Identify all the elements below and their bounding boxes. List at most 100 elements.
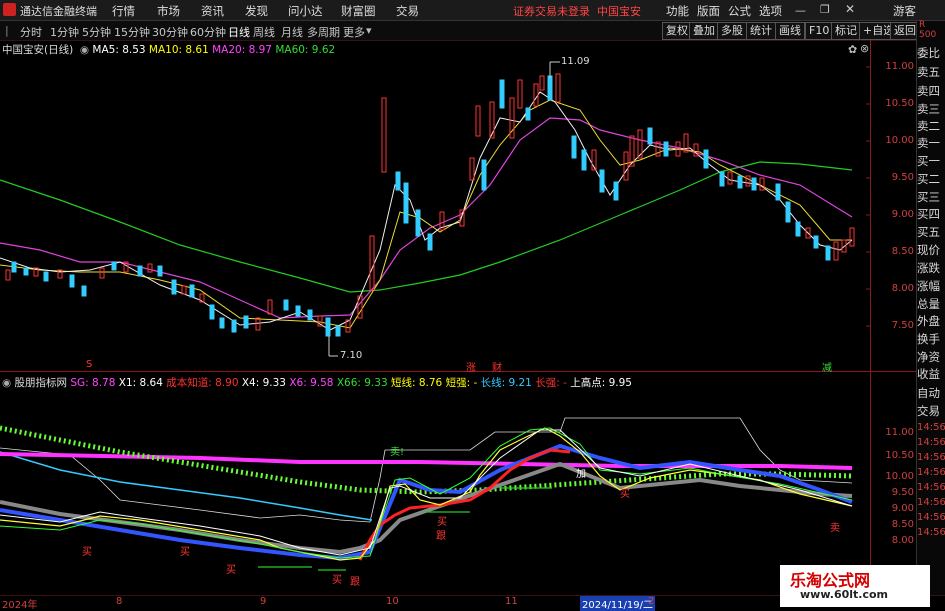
price-tick: 7.50 — [891, 320, 914, 331]
quote-field-outer[interactable]: 外盘 — [917, 313, 945, 329]
indicator-gray-ribbon — [0, 461, 853, 555]
chart-canvas[interactable] — [0, 0, 945, 609]
candlestick-series — [5, 61, 855, 357]
event-marker[interactable]: S — [86, 359, 92, 370]
quote-field-change[interactable]: 涨跌 — [917, 260, 945, 276]
quote-field-turnover[interactable]: 换手 — [917, 331, 945, 347]
settings-icon[interactable]: ◉ — [77, 44, 89, 56]
ma5-value: MA5: 8.53 — [92, 44, 146, 56]
time-label: 14:56 — [917, 422, 945, 433]
price-tick: 11.00 — [885, 61, 914, 72]
date-label: 11 — [505, 596, 518, 607]
indicator-value-x1: X1: 8.64 — [118, 377, 163, 389]
panel-top-r: R — [919, 20, 926, 30]
quote-field-volume[interactable]: 总量 — [917, 296, 945, 312]
indicator-value-cost: 成本知道: 8.90 — [166, 377, 239, 389]
event-marker-finance[interactable]: 财 — [492, 359, 502, 374]
indicator-value-long-strength: 长强: - — [535, 377, 567, 389]
signal-buy: 买 — [226, 565, 236, 576]
quote-field-net-asset[interactable]: 净资 — [917, 349, 945, 365]
collapse-icon[interactable]: ⊗ — [860, 42, 869, 55]
ma5-line — [0, 91, 853, 331]
quote-field-bid-ratio[interactable]: 委比 — [917, 45, 945, 61]
quote-field-bid1[interactable]: 买一 — [917, 153, 945, 169]
signal-follow: 跟 — [436, 531, 446, 542]
time-label: 14:56 — [917, 482, 945, 493]
quote-field-ask3[interactable]: 卖三 — [917, 101, 945, 117]
indicator-value-x4: X4: 9.33 — [241, 377, 286, 389]
date-label: 10 — [386, 596, 399, 607]
indicator-value-sg: SG: 8.78 — [70, 377, 116, 389]
indicator-name[interactable]: 股朋指标网 — [15, 377, 68, 389]
time-label: 14:56 — [917, 512, 945, 523]
quote-field-ask1[interactable]: 卖一 — [917, 135, 945, 151]
indicator-tick: 9.50 — [891, 487, 914, 498]
signal-sell: 卖! — [390, 447, 405, 458]
indicator-tick: 10.50 — [885, 450, 914, 461]
indicator-settings-icon[interactable]: ◉ — [2, 377, 11, 389]
quote-field-ask4[interactable]: 卖四 — [917, 83, 945, 99]
ma10-value: MA10: 8.61 — [148, 44, 209, 56]
indicator-value-short: 短线: 8.76 — [390, 377, 443, 389]
price-axis-ticks — [866, 66, 870, 327]
indicator-value-x6: X6: 9.58 — [289, 377, 334, 389]
quote-field-bid4[interactable]: 买四 — [917, 206, 945, 222]
date-label: 9 — [260, 596, 267, 607]
price-tick: 9.50 — [891, 172, 914, 183]
indicator-tick: 10.00 — [885, 471, 914, 482]
quote-field-earnings[interactable]: 收益 — [917, 366, 945, 382]
quote-field-bid2[interactable]: 买二 — [917, 171, 945, 187]
quote-field-change-pct[interactable]: 涨幅 — [917, 278, 945, 294]
quote-field-price[interactable]: 现价 — [917, 242, 945, 258]
signal-buy: 买 — [332, 575, 342, 586]
indicator-legend: ◉ 股朋指标网 SG: 8.78 X1: 8.64 成本知道: 8.90 X4:… — [2, 375, 632, 390]
event-marker-reduce[interactable]: 减 — [822, 359, 832, 374]
date-label: 2 — [648, 596, 655, 607]
signal-follow: 跟 — [350, 577, 360, 588]
time-label: 14:56 — [917, 497, 945, 508]
time-label: 14:56 — [917, 437, 945, 448]
quote-field-bid3[interactable]: 买三 — [917, 189, 945, 205]
signal-sell-late: 卖 — [830, 523, 840, 534]
time-label: 14:56 — [917, 527, 945, 538]
high-price-label: 11.09 — [561, 56, 590, 67]
indicator-value-short-strength: 短强: - — [445, 377, 478, 389]
signal-buy: 买 — [437, 517, 447, 528]
time-label: 14:56 — [917, 467, 945, 478]
ma20-line — [0, 117, 853, 319]
event-marker-limit-up[interactable]: 涨 — [466, 359, 476, 374]
price-tick: 10.50 — [885, 98, 914, 109]
signal-buy: 买 — [82, 547, 92, 558]
time-label: 14:56 — [917, 452, 945, 463]
ma-legend: 中国宝安(日线) ◉ MA5: 8.53 MA10: 8.61 MA20: 8.… — [2, 42, 335, 57]
indicator-tick: 8.00 — [891, 535, 914, 546]
indicator-tick: 11.00 — [885, 427, 914, 438]
trade-button[interactable]: 交易 — [917, 403, 945, 419]
indicator-tick: 8.50 — [891, 519, 914, 530]
ma10-line — [0, 99, 852, 329]
auto-trade-toggle[interactable]: 自动 — [917, 385, 945, 401]
panel-top-sub: 500 — [919, 30, 937, 40]
signal-buy: 买 — [180, 547, 190, 558]
quote-field-ask2[interactable]: 卖二 — [917, 118, 945, 134]
quote-field-bid5[interactable]: 买五 — [917, 224, 945, 240]
price-tick: 10.00 — [885, 135, 914, 146]
indicator-value-x66: X66: 9.33 — [336, 377, 388, 389]
watermark-url: www.60lt.com — [800, 588, 889, 601]
signal-add: 加 — [576, 469, 586, 480]
date-label: 8 — [116, 596, 123, 607]
chart-title: 中国宝安(日线) — [2, 44, 74, 56]
ma20-value: MA20: 8.97 — [212, 44, 272, 56]
chart-settings-icon[interactable]: ✿ — [848, 43, 857, 56]
signal-buy: 买 — [620, 489, 630, 500]
quote-field-ask5[interactable]: 卖五 — [917, 64, 945, 80]
indicator-green-steps — [258, 487, 552, 571]
price-tick: 8.00 — [891, 283, 914, 294]
low-price-label: 7.10 — [340, 350, 363, 361]
price-tick: 8.50 — [891, 246, 914, 257]
indicator-value-upper-high: 上高点: 9.95 — [570, 377, 632, 389]
ma60-value: MA60: 9.62 — [275, 44, 336, 56]
price-tick: 9.00 — [891, 209, 914, 220]
indicator-tick: 9.00 — [891, 503, 914, 514]
indicator-value-long: 长线: 9.21 — [480, 377, 532, 389]
